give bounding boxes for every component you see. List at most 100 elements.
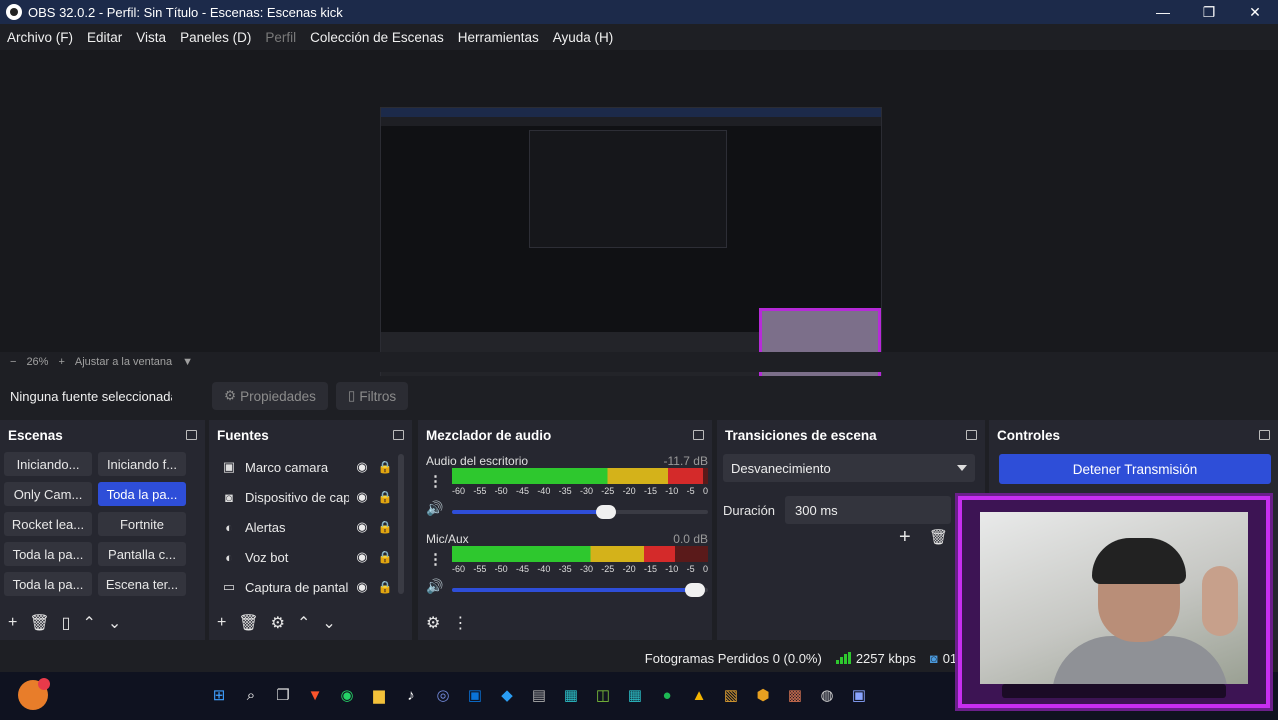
- kebab-menu-icon[interactable]: ⋮: [428, 472, 443, 490]
- drive-icon[interactable]: ▲: [688, 684, 710, 706]
- scene-item[interactable]: Iniciando f...: [98, 452, 186, 476]
- sources-scrollbar[interactable]: [398, 454, 404, 594]
- terminal-icon[interactable]: ▤: [528, 684, 550, 706]
- undock-icon[interactable]: [393, 430, 404, 440]
- menu-perfil[interactable]: Perfil: [258, 30, 303, 45]
- scene-item[interactable]: Toda la pa...: [4, 572, 92, 596]
- outlook-icon[interactable]: ▣: [464, 684, 486, 706]
- channel-db: -11.7 dB: [663, 454, 708, 468]
- source-row[interactable]: ◐ Alertas ◉ 🔒: [215, 512, 399, 542]
- preview-area[interactable]: [0, 50, 1278, 396]
- tiktok-icon[interactable]: ♪: [400, 684, 422, 706]
- close-button[interactable]: ✕: [1232, 0, 1278, 24]
- remove-scene-icon[interactable]: 🗑: [29, 613, 49, 633]
- source-row[interactable]: ◙ Dispositivo de captura de video ◉ 🔒: [215, 482, 399, 512]
- move-down-icon[interactable]: ⌄: [108, 613, 121, 633]
- menu-archivo[interactable]: Archivo (F): [0, 30, 80, 45]
- lock-icon[interactable]: 🔒: [375, 580, 395, 594]
- app-icon[interactable]: ▧: [720, 684, 742, 706]
- zoom-fit-label[interactable]: Ajustar a la ventana: [75, 356, 172, 368]
- file-explorer-icon[interactable]: ▆: [368, 684, 390, 706]
- spotify-icon[interactable]: ●: [656, 684, 678, 706]
- speaker-icon[interactable]: 🔊: [426, 578, 443, 595]
- calendar2-icon[interactable]: ▦: [624, 684, 646, 706]
- source-settings-icon[interactable]: ⚙: [271, 613, 285, 633]
- zoom-out-button[interactable]: −: [10, 356, 16, 368]
- scene-item[interactable]: Toda la pa...: [4, 542, 92, 566]
- remove-transition-icon[interactable]: 🗑: [929, 528, 948, 546]
- whatsapp-icon[interactable]: ◉: [336, 684, 358, 706]
- add-scene-icon[interactable]: +: [8, 614, 17, 632]
- menu-vista[interactable]: Vista: [129, 30, 173, 45]
- menu-ayuda[interactable]: Ayuda (H): [546, 30, 621, 45]
- discord-icon[interactable]: ◎: [432, 684, 454, 706]
- level-meter: -60 -55 -50 -45 -40 -35 -30 -25 -20 -15 -10 -5 0: [452, 468, 708, 496]
- kebab-menu-icon[interactable]: ⋮: [452, 613, 468, 633]
- lock-icon[interactable]: 🔒: [375, 460, 395, 474]
- lock-icon[interactable]: 🔒: [375, 550, 395, 564]
- menu-herramientas[interactable]: Herramientas: [451, 30, 546, 45]
- scene-filters-icon[interactable]: ▯: [62, 613, 71, 633]
- undock-icon[interactable]: [186, 430, 197, 440]
- scene-item[interactable]: Pantalla c...: [98, 542, 186, 566]
- transition-select[interactable]: Desvanecimiento: [723, 454, 975, 482]
- menu-coleccion-escenas[interactable]: Colección de Escenas: [303, 30, 451, 45]
- vscode-icon[interactable]: ◆: [496, 684, 518, 706]
- volume-knob[interactable]: [595, 505, 616, 519]
- lock-icon[interactable]: 🔒: [375, 490, 395, 504]
- scene-item[interactable]: Fortnite: [98, 512, 186, 536]
- app2-icon[interactable]: ⬢: [752, 684, 774, 706]
- app4-icon[interactable]: ▣: [848, 684, 870, 706]
- undock-icon[interactable]: [693, 430, 704, 440]
- kebab-menu-icon[interactable]: ⋮: [428, 550, 443, 568]
- source-row[interactable]: ▣ Marco camara ◉ 🔒: [215, 452, 399, 482]
- lock-icon[interactable]: 🔒: [375, 520, 395, 534]
- scene-item[interactable]: Only Cam...: [4, 482, 92, 506]
- zoom-in-button[interactable]: +: [58, 356, 64, 368]
- eye-icon[interactable]: ◉: [349, 579, 375, 595]
- mixer-title: Mezclador de audio: [426, 427, 552, 443]
- move-down-icon[interactable]: ⌄: [322, 613, 335, 633]
- scene-item-active[interactable]: Toda la pa...: [98, 482, 186, 506]
- eye-icon[interactable]: ◉: [349, 489, 375, 505]
- menu-editar[interactable]: Editar: [80, 30, 129, 45]
- menu-paneles[interactable]: Paneles (D): [173, 30, 258, 45]
- obs-taskbar-icon[interactable]: ◍: [816, 684, 838, 706]
- scene-item[interactable]: Iniciando...: [4, 452, 92, 476]
- add-transition-icon[interactable]: +: [899, 526, 911, 549]
- stop-streaming-button[interactable]: Detener Transmisión: [999, 454, 1271, 484]
- windows-start-icon[interactable]: ⊞: [208, 684, 230, 706]
- eye-icon[interactable]: ◉: [349, 549, 375, 565]
- app3-icon[interactable]: ▩: [784, 684, 806, 706]
- move-up-icon[interactable]: ⌃: [82, 613, 95, 633]
- audio-settings-icon[interactable]: ⚙: [426, 613, 440, 633]
- remove-source-icon[interactable]: 🗑: [238, 613, 258, 633]
- calendar-icon[interactable]: ▦: [560, 684, 582, 706]
- zoom-dropdown-icon[interactable]: ▼: [182, 356, 193, 368]
- task-view-icon[interactable]: ❐: [272, 684, 294, 706]
- scene-item[interactable]: Rocket lea...: [4, 512, 92, 536]
- volume-slider[interactable]: [452, 583, 708, 597]
- move-up-icon[interactable]: ⌃: [297, 613, 310, 633]
- volume-knob[interactable]: [685, 583, 706, 597]
- minecraft-icon[interactable]: ◫: [592, 684, 614, 706]
- undock-icon[interactable]: [966, 430, 977, 440]
- brave-browser-icon[interactable]: ▼: [304, 684, 326, 706]
- source-row[interactable]: ▭ Captura de pantalla ◉ 🔒: [215, 572, 399, 602]
- maximize-button[interactable]: ❐: [1186, 0, 1232, 24]
- duration-field[interactable]: 300 ms: [785, 496, 952, 524]
- scene-item[interactable]: Escena ter...: [98, 572, 186, 596]
- weather-widget-icon[interactable]: [18, 678, 50, 710]
- volume-slider[interactable]: [452, 505, 708, 519]
- source-row[interactable]: ◐ Voz bot ◉ 🔒: [215, 542, 399, 572]
- properties-button[interactable]: ⚙ Propiedades: [212, 382, 328, 410]
- eye-icon[interactable]: ◉: [349, 459, 375, 475]
- eye-icon[interactable]: ◉: [349, 519, 375, 535]
- add-source-icon[interactable]: +: [217, 614, 226, 632]
- filters-button[interactable]: ▯ Filtros: [335, 382, 409, 410]
- undock-icon[interactable]: [1259, 430, 1270, 440]
- minimize-button[interactable]: —: [1140, 0, 1186, 24]
- speaker-icon[interactable]: 🔊: [426, 500, 443, 517]
- search-icon[interactable]: ⌕: [240, 684, 262, 706]
- globe-icon: ◐: [225, 549, 233, 565]
